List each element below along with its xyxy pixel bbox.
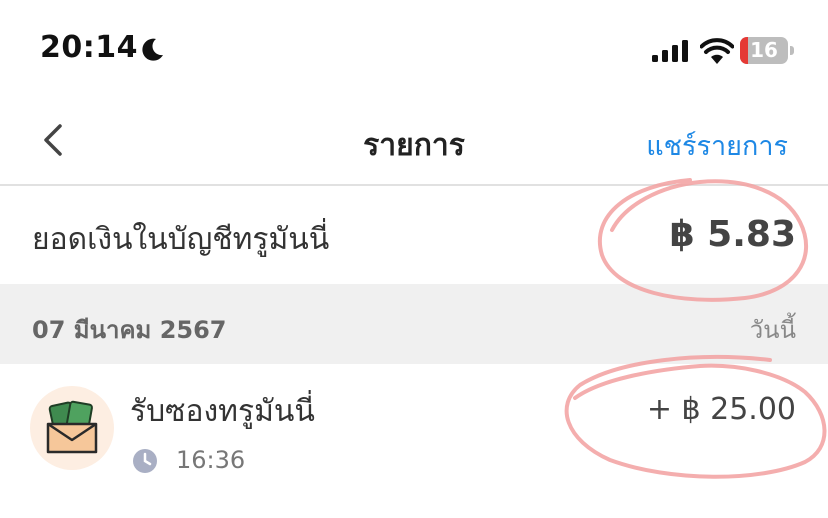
transaction-row[interactable]: รับซองทรูมันนี่ 16:36 + ฿ 25.00 [0,364,828,518]
date-group-header: 07 มีนาคม 2567 วันนี้ [0,284,828,364]
transaction-amount: + ฿ 25.00 [646,392,796,427]
moon-icon [142,38,163,61]
balance-label: ยอดเงินในบัญชีทรูมันนี่ [32,222,330,257]
balance-value: ฿ 5.83 [669,214,796,255]
date-label: 07 มีนาคม 2567 [32,316,227,344]
money-envelope-icon [30,386,114,470]
battery-icon: 16 [740,37,794,64]
relative-date-label: วันนี้ [749,316,796,344]
status-bar: 20:14 16 [0,0,828,100]
battery-body: 16 [740,37,788,64]
signal-icon [652,40,688,62]
transaction-title: รับซองทรูมันนี่ [130,394,315,429]
share-list-link[interactable]: แชร์รายการ [646,124,788,167]
balance-row: ยอดเงินในบัญชีทรูมันนี่ ฿ 5.83 [0,186,828,282]
nav-bar: รายการ แชร์รายการ [0,100,828,186]
wifi-icon [700,38,734,64]
battery-tip [790,46,794,55]
clock-icon [133,449,157,473]
transaction-time: 16:36 [176,446,246,474]
battery-percentage: 16 [750,38,778,62]
status-time: 20:14 [40,30,138,65]
